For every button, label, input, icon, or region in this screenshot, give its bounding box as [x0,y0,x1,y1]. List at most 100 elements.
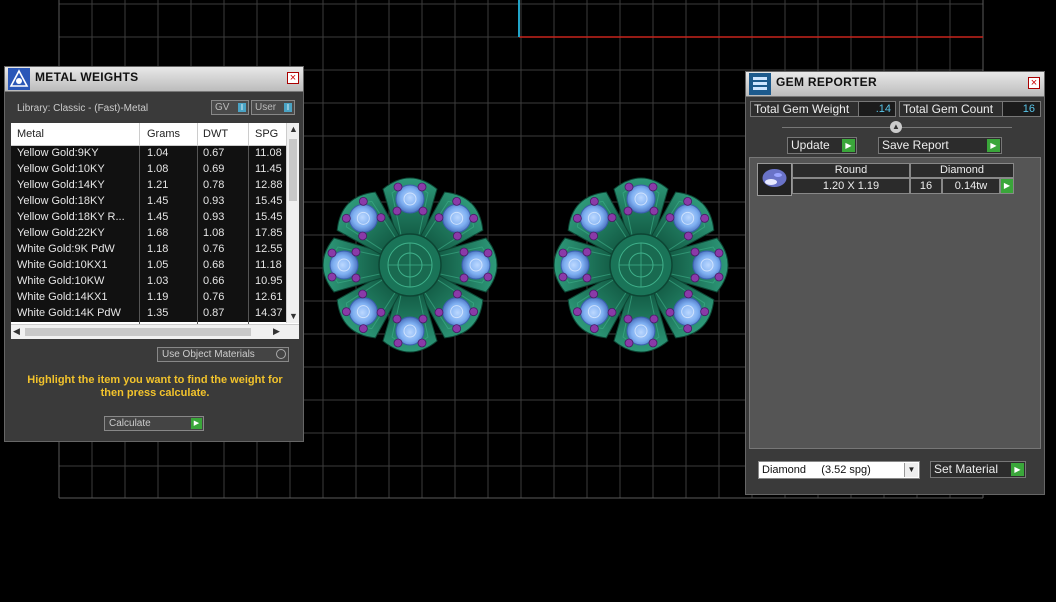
total-gem-weight-label: Total Gem Weight [754,102,850,116]
metal-cell: Yellow Gold:9KY [17,147,99,159]
table-row[interactable]: Yellow Gold:18KY R... 1.45 0.93 15.45 [11,210,287,226]
scroll-right-icon[interactable]: ▶ [273,326,280,337]
prong [558,272,568,282]
metal-cell: White Gold:9K PdW [17,243,115,255]
column-header-grams[interactable]: Grams [147,128,180,140]
table-row[interactable]: Yellow Gold:10KY 1.08 0.69 11.45 [11,162,287,178]
spg-cell: 11.18 [255,259,282,271]
gem-reporter-titlebar[interactable]: GEM REPORTER × [746,72,1044,97]
horizontal-scrollbar[interactable]: ◀ ▶ [11,324,299,339]
dwt-cell: 0.87 [203,307,225,319]
metal-weights-table: Metal Grams DWT SPG Yellow Gold:9KY 1.04 0… [11,123,299,339]
prong [483,272,493,282]
play-arrow-icon: ▶ [987,139,1000,152]
dwt-cell: 0.93 [203,195,225,207]
metal-weights-panel: METAL WEIGHTS × Library: Classic - (Fast… [4,66,304,442]
spg-cell: 12.55 [255,243,283,255]
metal-cell: Yellow Gold:22KY [17,227,105,239]
dwt-cell: 0.78 [203,179,225,191]
gem-shape-header: Round [792,163,910,178]
horizontal-scroll-thumb[interactable] [25,328,251,336]
close-icon[interactable]: × [287,72,299,84]
metal-cell: Yellow Gold:14KY [17,179,105,191]
collapse-icon[interactable]: ▲ [890,121,902,133]
table-row[interactable]: Yellow Gold:22KY 1.68 1.08 17.85 [11,226,287,242]
flower-ring-left[interactable] [322,177,498,353]
table-row[interactable]: Yellow Gold:14KY 1.21 0.78 12.88 [11,178,287,194]
column-header-spg[interactable]: SPG [255,128,278,140]
play-arrow-icon[interactable]: ▶ [1000,178,1014,194]
prong [393,182,403,192]
dwt-cell: 0.93 [203,211,225,223]
prong [483,248,493,258]
metal-weights-title: METAL WEIGHTS [35,70,139,84]
user-toggle[interactable]: User I [251,100,295,115]
dwt-cell: 0.76 [203,243,225,255]
table-row[interactable]: White Gold:14KX1 1.19 0.76 12.61 [11,290,287,306]
grams-cell: 1.08 [147,163,169,175]
dwt-cell: 0.76 [203,291,225,303]
gem-report-row[interactable]: Round Diamond 1.20 X 1.19 16 0.14tw ▶ [757,163,1015,196]
gv-toggle-label: GV [215,102,230,113]
spg-cell: 10.95 [255,275,283,287]
gem-thumbnail [757,163,792,196]
spg-cell: 11.45 [255,163,282,175]
vertical-scrollbar[interactable]: ▲ ▼ [286,123,299,323]
scroll-left-icon[interactable]: ◀ [13,326,20,337]
column-header-metal[interactable]: Metal [17,128,44,140]
use-object-materials-toggle[interactable]: Use Object Materials [157,347,289,362]
grams-cell: 1.18 [147,243,169,255]
metal-cell: White Gold:10KX1 [17,259,108,271]
table-row[interactable]: White Gold:9K PdW 1.18 0.76 12.55 [11,242,287,258]
prong [582,273,592,283]
gv-toggle-indicator: I [238,103,246,112]
column-header-dwt[interactable]: DWT [203,128,228,140]
play-arrow-icon: ▶ [191,418,202,429]
calculate-button[interactable]: Calculate ▶ [104,416,204,431]
table-row[interactable]: White Gold:14K PdW 1.35 0.87 14.37 [11,306,287,322]
calculate-label: Calculate [109,418,151,429]
metal-cell: Yellow Gold:18KY R... [17,211,125,223]
prong [623,206,633,216]
gem-size-cell: 1.20 X 1.19 [792,178,910,194]
grams-cell: 1.35 [147,307,169,319]
set-material-button[interactable]: Set Material ▶ [930,461,1026,478]
total-gem-weight-value-box: .14 [858,101,896,117]
total-gem-count-value-box: 16 [1002,101,1041,117]
user-toggle-label: User [255,102,277,113]
gem-material-header: Diamond [910,163,1014,178]
spg-cell: 12.88 [255,179,283,191]
prong [648,338,658,348]
metal-weights-titlebar[interactable]: METAL WEIGHTS × [5,67,303,92]
instruction-hint: Highlight the item you want to find the … [27,374,283,399]
grams-cell: 1.68 [147,227,169,239]
scroll-up-icon[interactable]: ▲ [289,124,298,134]
dropdown-arrow-icon: ▼ [904,463,918,477]
grams-cell: 1.45 [147,195,169,207]
user-toggle-indicator: I [284,103,292,112]
gv-toggle[interactable]: GV I [211,100,249,115]
table-row[interactable]: White Gold:10KX1 1.05 0.68 11.18 [11,258,287,274]
prong [582,247,592,257]
table-row[interactable]: White Gold:10KW 1.03 0.66 10.95 [11,274,287,290]
scroll-down-icon[interactable]: ▼ [289,311,298,321]
save-report-button[interactable]: Save Report ▶ [878,137,1002,154]
table-row[interactable]: Yellow Gold:18KY 1.45 0.93 15.45 [11,194,287,210]
grams-cell: 1.45 [147,211,169,223]
grams-cell: 1.05 [147,259,169,271]
close-icon[interactable]: × [1028,77,1040,89]
spg-cell: 12.61 [255,291,283,303]
table-row[interactable]: Yellow Gold:9KY 1.04 0.67 11.08 [11,146,287,162]
prong [418,206,428,216]
metal-cell: White Gold:10KW [17,275,105,287]
dwt-cell: 1.08 [203,227,225,239]
flower-ring-right[interactable] [553,177,729,353]
gem-reporter-panel: GEM REPORTER × Total Gem Weight .14 Tota… [745,71,1045,495]
grams-cell: 1.19 [147,291,169,303]
prong [418,314,428,324]
vertical-scroll-thumb[interactable] [289,139,297,201]
dwt-cell: 0.69 [203,163,225,175]
update-button[interactable]: Update ▶ [787,137,857,154]
material-select[interactable]: Diamond (3.52 spg) ▼ [758,461,920,479]
total-gem-count-value: 16 [1022,103,1035,115]
